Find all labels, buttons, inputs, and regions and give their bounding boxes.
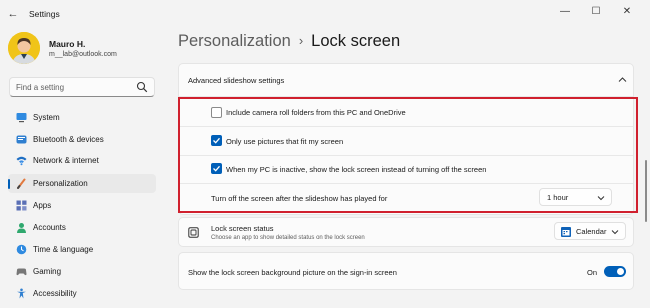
search-icon — [136, 81, 148, 93]
page-title: Lock screen — [311, 32, 401, 50]
calendar-icon — [561, 227, 571, 237]
sidebar-item-network[interactable]: Network & internet — [8, 151, 156, 170]
toggle-knob — [617, 268, 624, 275]
maximize-icon[interactable]: ☐ — [585, 4, 607, 20]
apps-icon — [16, 200, 27, 211]
sidebar-item-bluetooth[interactable]: Bluetooth & devices — [8, 130, 156, 149]
toggle-state-label: On — [587, 268, 598, 277]
profile-email: m__lab@outlook.com — [49, 51, 117, 58]
globe-clock-icon — [16, 244, 27, 255]
sidebar-item-accounts[interactable]: Accounts — [8, 218, 156, 237]
breadcrumb-parent[interactable]: Personalization — [178, 32, 291, 50]
person-icon — [17, 223, 26, 233]
bluetooth-icon — [16, 135, 27, 144]
sidebar-item-label: System — [33, 113, 60, 122]
sidebar-item-label: Accessibility — [33, 289, 77, 298]
sidebar-item-label: Gaming — [33, 267, 62, 276]
highlight-annotation — [178, 97, 638, 213]
monitor-icon — [16, 113, 27, 123]
close-icon[interactable]: ✕ — [616, 4, 638, 20]
breadcrumb-chevron-icon: › — [298, 33, 304, 48]
sidebar-item-label: Network & internet — [33, 156, 99, 165]
avatar-person-icon — [8, 32, 40, 64]
brush-icon — [17, 178, 26, 189]
sidebar-item-label: Personalization — [33, 179, 88, 188]
active-indicator — [8, 179, 10, 189]
title-bar: ← Settings — ☐ ✕ — [0, 0, 650, 28]
gamepad-icon — [16, 268, 27, 276]
back-arrow-icon[interactable]: ← — [6, 7, 20, 21]
sidebar-item-label: Accounts — [33, 223, 66, 232]
accessibility-icon — [17, 288, 26, 299]
lock-screen-status-title: Lock screen status — [211, 224, 274, 233]
wifi-icon — [16, 156, 27, 166]
sidebar-item-personalization[interactable]: Personalization — [8, 174, 156, 193]
chevron-up-icon[interactable] — [618, 76, 627, 83]
search-input[interactable]: Find a setting — [9, 77, 155, 97]
chevron-down-icon — [611, 230, 619, 235]
sidebar-item-label: Apps — [33, 201, 52, 210]
window-title: Settings — [29, 9, 60, 19]
breadcrumb: Personalization › Lock screen — [178, 32, 400, 51]
sidebar-item-apps[interactable]: Apps — [8, 196, 156, 215]
avatar[interactable] — [8, 32, 40, 64]
lock-screen-status-description: Choose an app to show detailed status on… — [211, 235, 365, 241]
minimize-icon[interactable]: — — [554, 4, 576, 20]
sidebar-item-accessibility[interactable]: Accessibility — [8, 284, 156, 303]
signin-background-label: Show the lock screen background picture … — [188, 268, 397, 277]
sidebar-item-system[interactable]: System — [8, 108, 156, 127]
sidebar-item-label: Bluetooth & devices — [33, 135, 104, 144]
profile-name: Mauro H. — [49, 39, 86, 49]
sidebar-item-label: Time & language — [33, 245, 94, 254]
scrollbar[interactable] — [645, 160, 647, 222]
search-placeholder: Find a setting — [16, 83, 65, 92]
sidebar-item-time-language[interactable]: Time & language — [8, 240, 156, 259]
status-icon — [188, 227, 199, 238]
slideshow-section-title: Advanced slideshow settings — [188, 76, 285, 85]
status-app-dropdown[interactable]: Calendar — [554, 222, 626, 240]
sidebar-item-gaming[interactable]: Gaming — [8, 262, 156, 281]
dropdown-value: Calendar — [576, 227, 607, 236]
signin-background-toggle[interactable] — [604, 266, 626, 277]
